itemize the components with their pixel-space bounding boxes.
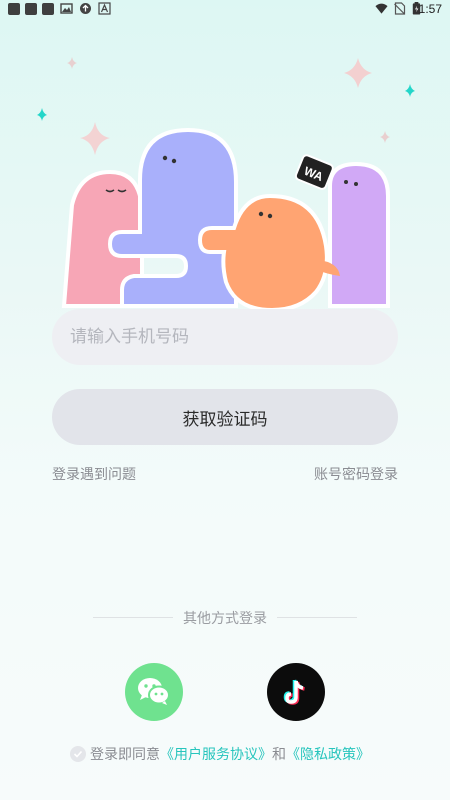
sync-icon	[80, 3, 91, 14]
wechat-login-button[interactable]	[125, 663, 183, 721]
font-icon	[98, 2, 111, 15]
agreement-and: 和	[272, 747, 286, 763]
sparkle-icon	[37, 108, 47, 121]
sparkle-icon	[67, 57, 77, 69]
no-sim-icon	[394, 2, 406, 15]
wechat-icon	[138, 678, 170, 705]
status-bar: 1:57	[0, 0, 450, 22]
login-trouble-link[interactable]: 登录遇到问题	[52, 464, 136, 484]
douyin-icon	[283, 679, 305, 705]
douyin-login-button[interactable]	[267, 663, 325, 721]
sparkle-icon	[405, 84, 415, 97]
mascot-illustration: WA	[37, 57, 415, 313]
other-login-label: 其他方式登录	[183, 611, 267, 627]
sparkle-icon	[380, 131, 390, 143]
status-time: 1:57	[418, 2, 442, 16]
other-login-divider: 其他方式登录	[93, 608, 357, 628]
wifi-icon	[375, 3, 388, 14]
check-icon	[73, 750, 83, 758]
notification-icon	[25, 3, 37, 15]
agreement-prefix: 登录即同意	[90, 747, 160, 763]
sparkle-icon	[344, 58, 372, 88]
get-code-button[interactable]: 获取验证码	[52, 389, 398, 445]
agreement-row: 登录即同意 《用户服务协议》 和 《隐私政策》	[70, 743, 370, 765]
privacy-policy-link[interactable]: 《隐私政策》	[286, 744, 370, 764]
password-login-link[interactable]: 账号密码登录	[314, 464, 398, 484]
notification-icon	[8, 3, 20, 15]
sparkle-icon	[80, 122, 110, 155]
image-icon	[60, 3, 73, 14]
purple-mascot	[328, 161, 390, 308]
phone-input[interactable]	[52, 309, 398, 365]
user-agreement-link[interactable]: 《用户服务协议》	[160, 744, 272, 764]
notification-icon	[42, 3, 54, 15]
divider-line	[277, 617, 357, 618]
agree-checkbox[interactable]	[70, 746, 86, 762]
